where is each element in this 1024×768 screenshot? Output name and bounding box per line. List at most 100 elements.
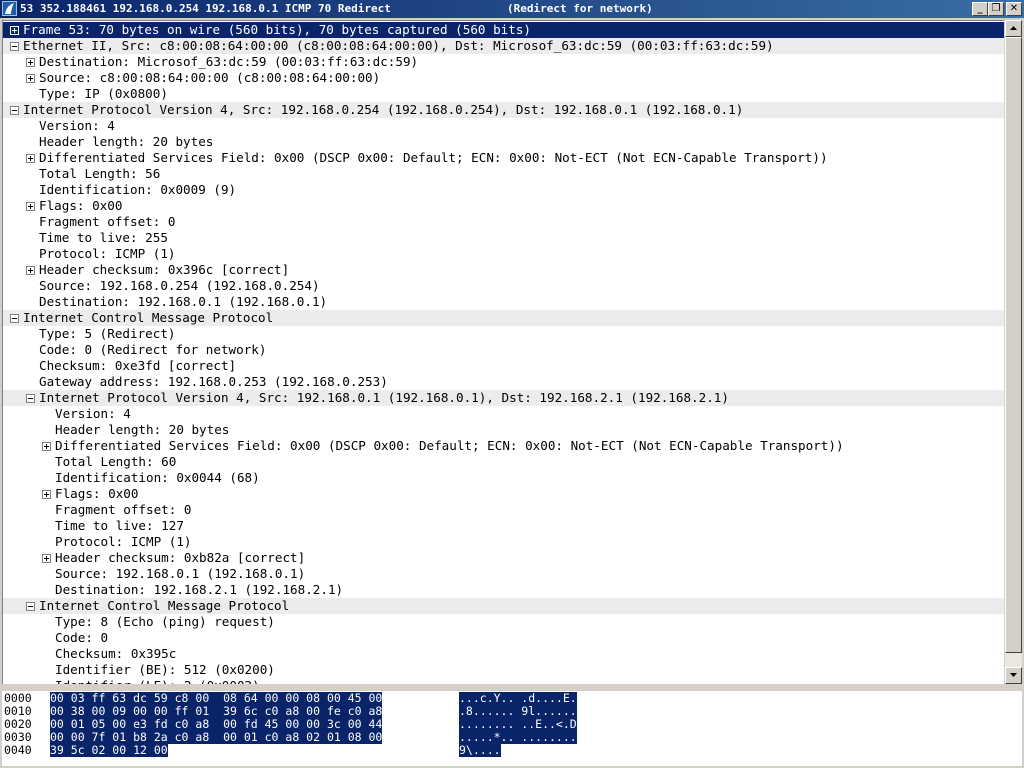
tree-row-label: Destination: 192.168.0.1 (192.168.0.1)	[39, 294, 328, 309]
tree-row[interactable]: Identification: 0x0044 (68)	[3, 470, 1004, 486]
tree-row[interactable]: Source: 192.168.0.1 (192.168.0.1)	[3, 566, 1004, 582]
tree-row[interactable]: Time to live: 255	[3, 230, 1004, 246]
tree-row[interactable]: Checksum: 0xe3fd [correct]	[3, 358, 1004, 374]
tree-row[interactable]: Header length: 20 bytes	[3, 422, 1004, 438]
tree-row-label: Destination: 192.168.2.1 (192.168.2.1)	[55, 582, 344, 597]
tree-row-label: Flags: 0x00	[55, 486, 139, 501]
tree-row[interactable]: Frame 53: 70 bytes on wire (560 bits), 7…	[3, 22, 1004, 38]
tree-row-label: Identification: 0x0044 (68)	[55, 470, 260, 485]
close-button[interactable]: ✕	[1006, 2, 1022, 16]
collapse-icon[interactable]	[26, 394, 35, 403]
tree-row-label: Header checksum: 0xb82a [correct]	[55, 550, 306, 565]
tree-row-label: Source: 192.168.0.1 (192.168.0.1)	[55, 566, 306, 581]
tree-row-label: Fragment offset: 0	[39, 214, 176, 229]
tree-row[interactable]: Flags: 0x00	[3, 486, 1004, 502]
tree-row[interactable]: Identification: 0x0009 (9)	[3, 182, 1004, 198]
collapse-icon[interactable]	[10, 106, 19, 115]
tree-row-label: Gateway address: 192.168.0.253 (192.168.…	[39, 374, 388, 389]
restore-button[interactable]: ❐	[988, 2, 1004, 16]
tree-row[interactable]: Source: c8:00:08:64:00:00 (c8:00:08:64:0…	[3, 70, 1004, 86]
tree-row[interactable]: Header checksum: 0x396c [correct]	[3, 262, 1004, 278]
tree-row[interactable]: Version: 4	[3, 406, 1004, 422]
tree-row-label: Code: 0 (Redirect for network)	[39, 342, 267, 357]
tree-row-label: Time to live: 255	[39, 230, 168, 245]
tree-row[interactable]: Total Length: 56	[3, 166, 1004, 182]
tree-row[interactable]: Code: 0	[3, 630, 1004, 646]
collapse-icon[interactable]	[26, 602, 35, 611]
hex-offset: 0040	[4, 743, 32, 757]
expand-icon[interactable]	[26, 266, 35, 275]
tree-row[interactable]: Type: 8 (Echo (ping) request)	[3, 614, 1004, 630]
tree-row[interactable]: Code: 0 (Redirect for network)	[3, 342, 1004, 358]
vertical-scrollbar[interactable]	[1005, 20, 1022, 684]
tree-row-label: Header checksum: 0x396c [correct]	[39, 262, 290, 277]
tree-row[interactable]: Internet Control Message Protocol	[3, 598, 1004, 614]
tree-row[interactable]: Internet Protocol Version 4, Src: 192.16…	[3, 390, 1004, 406]
tree-row[interactable]: Fragment offset: 0	[3, 502, 1004, 518]
expand-icon[interactable]	[42, 554, 51, 563]
tree-row[interactable]: Version: 4	[3, 118, 1004, 134]
expand-icon[interactable]	[10, 26, 19, 35]
tree-row-label: Total Length: 60	[55, 454, 177, 469]
tree-row-label: Time to live: 127	[55, 518, 184, 533]
scroll-up-button[interactable]	[1005, 20, 1022, 37]
tree-row-label: Header length: 20 bytes	[55, 422, 230, 437]
tree-row-label: Internet Protocol Version 4, Src: 192.16…	[23, 102, 744, 117]
tree-row[interactable]: Total Length: 60	[3, 454, 1004, 470]
expand-icon[interactable]	[26, 58, 35, 67]
hex-bytes[interactable]: 39 5c 02 00 12 00	[50, 744, 168, 757]
hex-ascii[interactable]: 9\....	[459, 744, 501, 757]
tree-row[interactable]: Destination: 192.168.2.1 (192.168.2.1)	[3, 582, 1004, 598]
scroll-down-button[interactable]	[1005, 667, 1022, 684]
tree-row[interactable]: Gateway address: 192.168.0.253 (192.168.…	[3, 374, 1004, 390]
tree-row-label: Version: 4	[39, 118, 115, 133]
collapse-icon[interactable]	[10, 42, 19, 51]
tree-row[interactable]: Flags: 0x00	[3, 198, 1004, 214]
tree-row-label: Type: IP (0x0800)	[39, 86, 168, 101]
tree-row[interactable]: Differentiated Services Field: 0x00 (DSC…	[3, 438, 1004, 454]
tree-row[interactable]: Internet Control Message Protocol	[3, 310, 1004, 326]
tree-row[interactable]: Destination: 192.168.0.1 (192.168.0.1)	[3, 294, 1004, 310]
tree-row[interactable]: Source: 192.168.0.254 (192.168.0.254)	[3, 278, 1004, 294]
tree-row[interactable]: Protocol: ICMP (1)	[3, 246, 1004, 262]
expand-icon[interactable]	[26, 74, 35, 83]
tree-row[interactable]: Header length: 20 bytes	[3, 134, 1004, 150]
tree-row[interactable]: Destination: Microsof_63:dc:59 (00:03:ff…	[3, 54, 1004, 70]
expand-icon[interactable]	[26, 154, 35, 163]
tree-row-label: Ethernet II, Src: c8:00:08:64:00:00 (c8:…	[23, 38, 774, 53]
tree-row[interactable]: Differentiated Services Field: 0x00 (DSC…	[3, 150, 1004, 166]
tree-row-label: Flags: 0x00	[39, 198, 123, 213]
tree-row[interactable]: Time to live: 127	[3, 518, 1004, 534]
tree-row-label: Frame 53: 70 bytes on wire (560 bits), 7…	[23, 22, 531, 37]
tree-row[interactable]: Type: IP (0x0800)	[3, 86, 1004, 102]
tree-row[interactable]: Identifier (BE): 512 (0x0200)	[3, 662, 1004, 678]
tree-row[interactable]: Type: 5 (Redirect)	[3, 326, 1004, 342]
wireshark-fin-icon	[2, 1, 17, 16]
tree-row[interactable]: Internet Protocol Version 4, Src: 192.16…	[3, 102, 1004, 118]
minimize-button[interactable]: _	[972, 2, 988, 16]
pane-splitter[interactable]	[0, 684, 1024, 691]
expand-icon[interactable]	[42, 490, 51, 499]
tree-row-label: Protocol: ICMP (1)	[39, 246, 176, 261]
tree-row[interactable]: Fragment offset: 0	[3, 214, 1004, 230]
tree-row-label: Internet Protocol Version 4, Src: 192.16…	[39, 390, 729, 405]
window-title: 53 352.188461 192.168.0.254 192.168.0.1 …	[20, 2, 391, 15]
tree-row[interactable]: Protocol: ICMP (1)	[3, 534, 1004, 550]
tree-row-label: Identifier (BE): 512 (0x0200)	[55, 662, 275, 677]
tree-row-label: Destination: Microsof_63:dc:59 (00:03:ff…	[39, 54, 419, 69]
tree-row[interactable]: Ethernet II, Src: c8:00:08:64:00:00 (c8:…	[3, 38, 1004, 54]
tree-row[interactable]: Checksum: 0x395c	[3, 646, 1004, 662]
title-bar: 53 352.188461 192.168.0.254 192.168.0.1 …	[0, 0, 1024, 18]
scroll-thumb[interactable]	[1005, 37, 1022, 653]
tree-row-label: Version: 4	[55, 406, 131, 421]
tree-row-label: Type: 8 (Echo (ping) request)	[55, 614, 275, 629]
expand-icon[interactable]	[42, 442, 51, 451]
tree-row-label: Source: 192.168.0.254 (192.168.0.254)	[39, 278, 320, 293]
tree-row-label: Protocol: ICMP (1)	[55, 534, 192, 549]
tree-row-label: Checksum: 0x395c	[55, 646, 177, 661]
packet-details-tree[interactable]: Frame 53: 70 bytes on wire (560 bits), 7…	[2, 20, 1004, 684]
collapse-icon[interactable]	[10, 314, 19, 323]
tree-row[interactable]: Header checksum: 0xb82a [correct]	[3, 550, 1004, 566]
expand-icon[interactable]	[26, 202, 35, 211]
hex-dump-pane[interactable]: 0000 00 03 ff 63 dc 59 c8 00 08 64 00 00 …	[2, 691, 1022, 766]
